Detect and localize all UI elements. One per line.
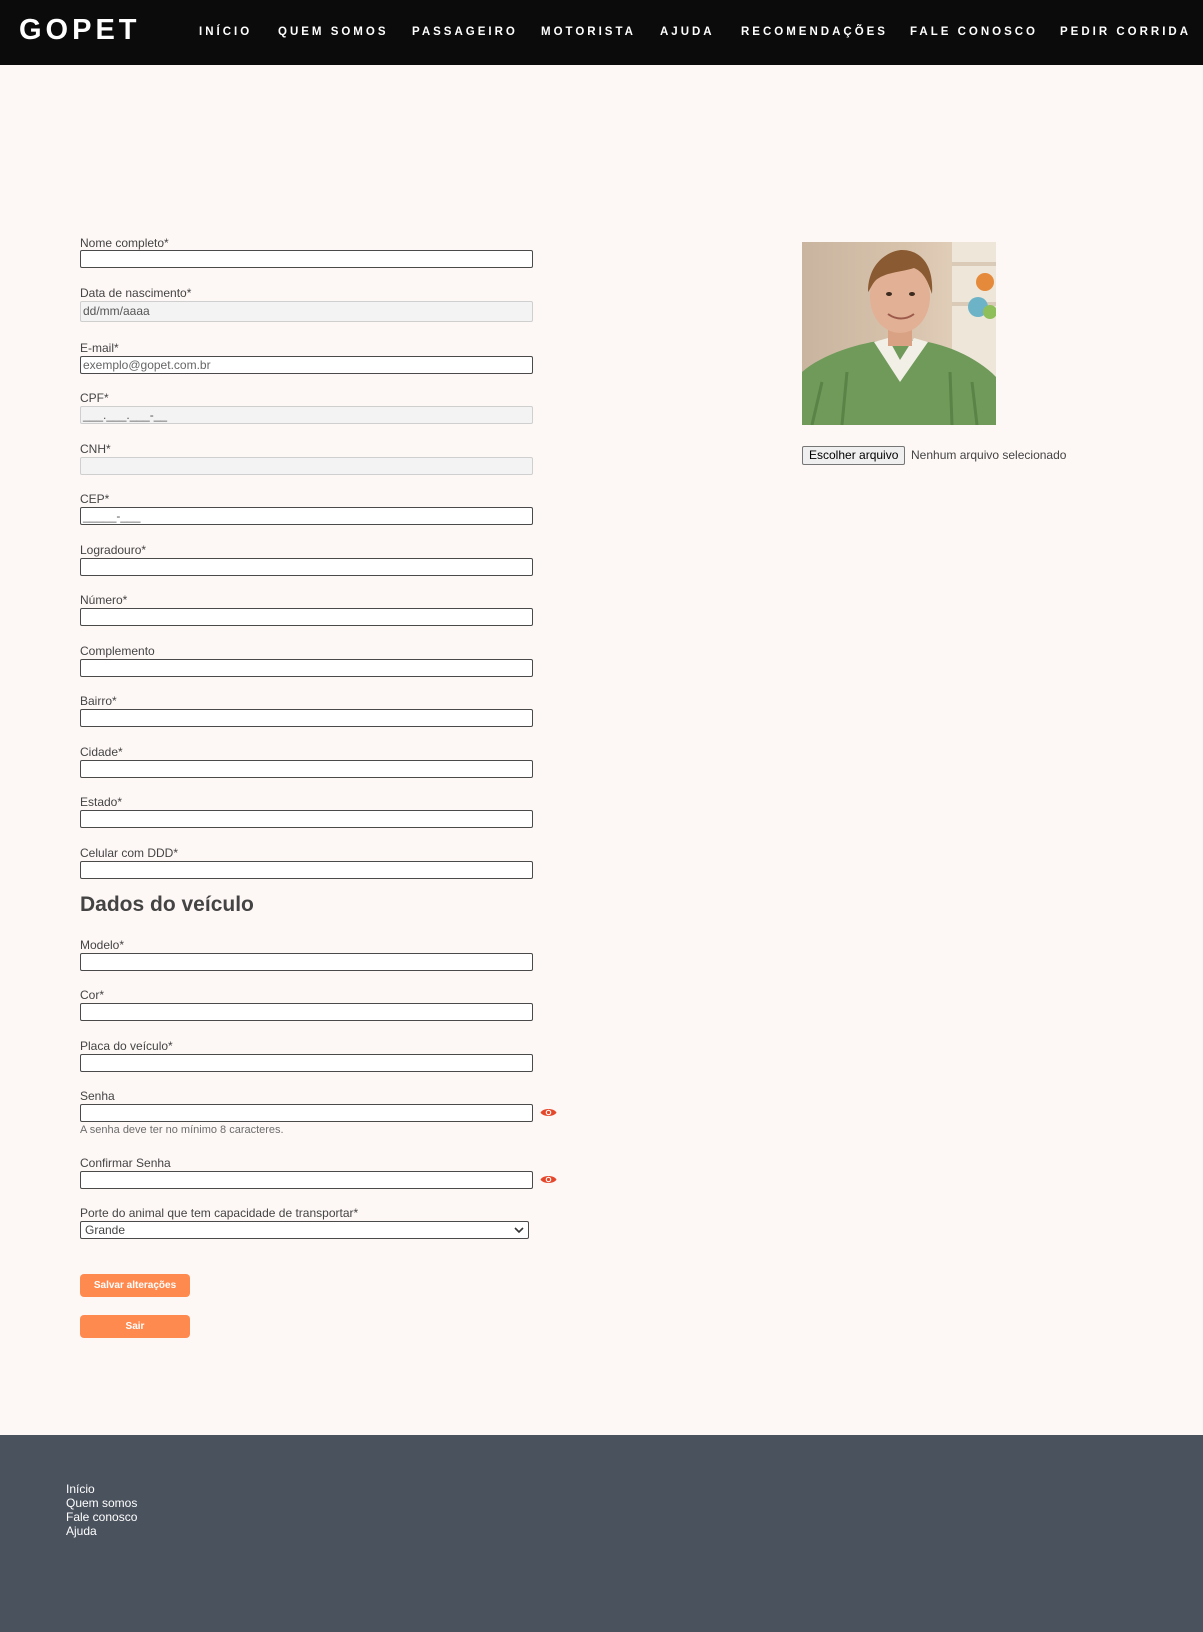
nav-ajuda[interactable]: AJUDA — [660, 26, 715, 38]
data-nascimento-input[interactable]: dd/mm/aaaa — [80, 301, 533, 322]
field-label-celular: Celular com DDD* — [80, 846, 179, 860]
nav-passageiro[interactable]: PASSAGEIRO — [412, 26, 518, 38]
modelo-input[interactable] — [80, 953, 533, 971]
logout-button[interactable]: Sair — [80, 1315, 190, 1338]
field-label-nome: Nome completo* — [80, 236, 169, 250]
email-input[interactable] — [80, 356, 533, 374]
footer: Início Quem somos Fale conosco Ajuda — [0, 1435, 1203, 1632]
field-label-email: E-mail* — [80, 341, 119, 355]
field-label-modelo: Modelo* — [80, 938, 125, 952]
footer-link-inicio[interactable]: Início — [66, 1482, 95, 1496]
eye-icon[interactable] — [540, 1174, 557, 1185]
file-status: Nenhum arquivo selecionado — [911, 448, 1067, 462]
vehicle-section-title: Dados do veículo — [80, 893, 254, 916]
bairro-input[interactable] — [80, 709, 533, 727]
confirmar-senha-input[interactable] — [80, 1171, 533, 1189]
porte-animal-selected: Grande — [85, 1223, 126, 1237]
nav-quem-somos[interactable]: QUEM SOMOS — [278, 26, 389, 38]
field-label-estado: Estado* — [80, 795, 123, 809]
field-label-cor: Cor* — [80, 988, 105, 1002]
numero-input[interactable] — [80, 608, 533, 626]
top-navbar: GOPET INÍCIO QUEM SOMOS PASSAGEIRO MOTOR… — [0, 0, 1203, 65]
logradouro-input[interactable] — [80, 558, 533, 576]
estado-input[interactable] — [80, 810, 533, 828]
footer-link-ajuda[interactable]: Ajuda — [66, 1524, 97, 1538]
field-label-cnh: CNH* — [80, 442, 111, 456]
field-label-logradouro: Logradouro* — [80, 543, 147, 557]
celular-input[interactable] — [80, 861, 533, 879]
field-label-confirmar-senha: Confirmar Senha — [80, 1156, 171, 1170]
cidade-input[interactable] — [80, 760, 533, 778]
footer-link-fale-conosco[interactable]: Fale conosco — [66, 1510, 137, 1524]
field-label-data-nascimento: Data de nascimento* — [80, 286, 192, 300]
field-label-cpf: CPF* — [80, 391, 109, 405]
senha-input[interactable] — [80, 1104, 533, 1122]
porte-animal-select[interactable]: Grande — [80, 1221, 529, 1239]
complemento-input[interactable] — [80, 659, 533, 677]
field-label-senha: Senha — [80, 1089, 115, 1103]
eye-icon[interactable] — [540, 1107, 557, 1118]
chevron-down-icon — [514, 1227, 524, 1234]
nav-recomendacoes[interactable]: RECOMENDAÇÕES — [741, 26, 888, 38]
choose-file-button[interactable]: Escolher arquivo — [802, 446, 906, 465]
nav-pedir-corrida[interactable]: PEDIR CORRIDA — [1060, 26, 1191, 38]
nav-inicio[interactable]: INÍCIO — [199, 26, 252, 38]
field-label-cep: CEP* — [80, 492, 110, 506]
footer-link-quem-somos[interactable]: Quem somos — [66, 1496, 137, 1510]
cep-input[interactable]: _____-___ — [80, 507, 533, 525]
nav-motorista[interactable]: MOTORISTA — [541, 26, 636, 38]
field-label-cidade: Cidade* — [80, 745, 123, 759]
field-label-bairro: Bairro* — [80, 694, 117, 708]
field-label-complemento: Complemento — [80, 644, 155, 658]
password-hint: A senha deve ter no mínimo 8 caracteres. — [80, 1124, 284, 1136]
placa-input[interactable] — [80, 1054, 533, 1072]
cor-input[interactable] — [80, 1003, 533, 1021]
cnh-input[interactable] — [80, 457, 533, 475]
nav-fale-conosco[interactable]: FALE CONOSCO — [910, 26, 1038, 38]
field-label-porte-animal: Porte do animal que tem capacidade de tr… — [80, 1206, 359, 1220]
field-label-numero: Número* — [80, 593, 128, 607]
logo[interactable]: GOPET — [19, 14, 141, 47]
save-button[interactable]: Salvar alterações — [80, 1274, 190, 1297]
field-label-placa: Placa do veículo* — [80, 1039, 173, 1053]
nome-input[interactable] — [80, 250, 533, 268]
cpf-input[interactable]: ___.___.___-__ — [80, 406, 533, 424]
profile-photo — [802, 242, 996, 425]
